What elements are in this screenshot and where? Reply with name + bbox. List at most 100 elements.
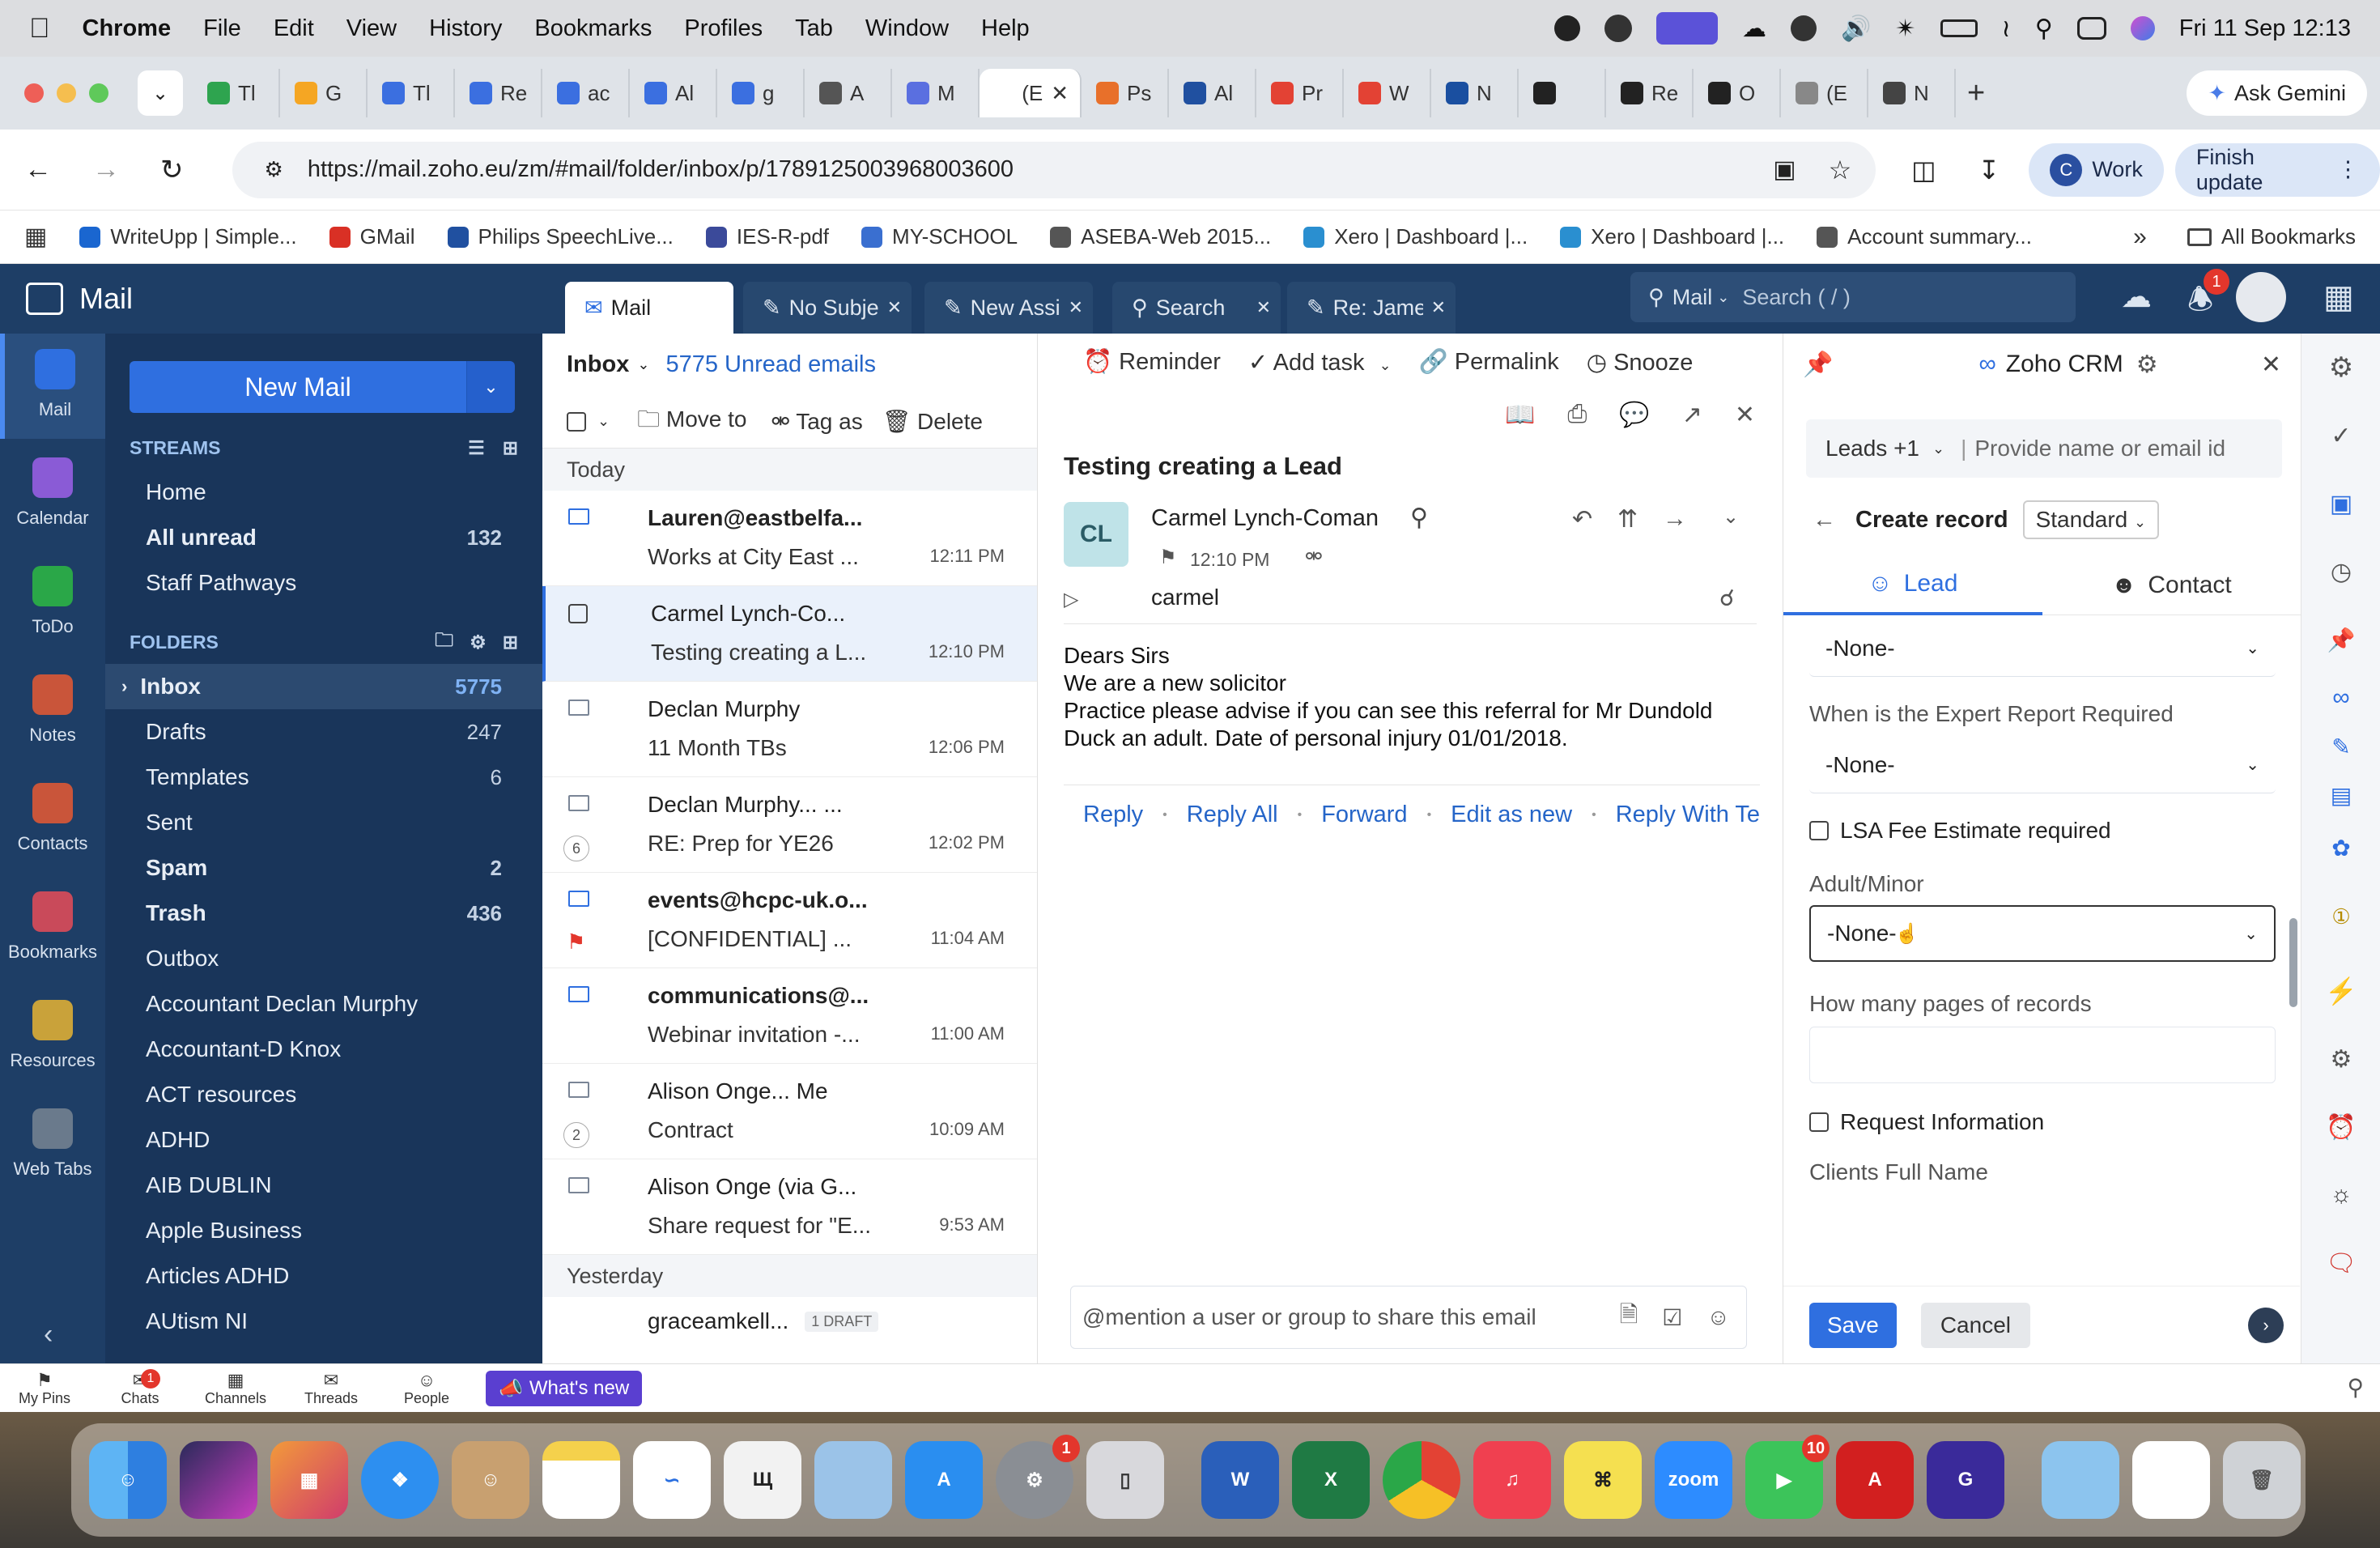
menu-bookmarks[interactable]: Bookmarks bbox=[534, 15, 652, 42]
user-avatar[interactable] bbox=[2236, 272, 2286, 322]
chrome-icon[interactable] bbox=[1383, 1441, 1460, 1519]
bookmark-item[interactable]: Xero | Dashboard |... bbox=[1560, 224, 1784, 249]
flag-icon[interactable]: ⚑ bbox=[567, 929, 585, 955]
apps-grid-icon[interactable]: ▦ bbox=[2323, 279, 2354, 316]
safari-icon[interactable]: ❖ bbox=[361, 1441, 439, 1519]
save-button[interactable]: Save bbox=[1809, 1302, 1897, 1348]
folder-item[interactable]: Outbox bbox=[105, 936, 542, 981]
browser-tab[interactable]: O bbox=[1694, 69, 1781, 117]
browser-tab[interactable]: Tl bbox=[193, 69, 280, 117]
mention-input[interactable]: @mention a user or group to share this e… bbox=[1082, 1304, 1536, 1330]
close-icon[interactable]: ✕ bbox=[2261, 351, 2281, 379]
settings-icon[interactable]: ⚙ bbox=[2301, 334, 2380, 402]
install-app-icon[interactable]: ▣ bbox=[1773, 155, 1796, 184]
table-row[interactable]: 2 Alison Onge... Me Contract 10:09 AM bbox=[542, 1064, 1037, 1159]
excel-icon[interactable]: X bbox=[1292, 1441, 1370, 1519]
menu-window[interactable]: Window bbox=[865, 15, 949, 42]
sync-icon[interactable]: ☁ bbox=[2121, 279, 2152, 315]
bluetooth-icon[interactable]: ✴ bbox=[1895, 15, 1915, 43]
bottom-nav-my-pins[interactable]: ⚑ My Pins bbox=[16, 1370, 73, 1407]
search-icon[interactable]: ⚲ bbox=[2347, 1374, 2364, 1401]
menu-app-chrome[interactable]: Chrome bbox=[83, 15, 172, 42]
new-mail-dropdown[interactable]: ⌄ bbox=[466, 361, 515, 413]
table-row[interactable]: 6 Declan Murphy... ... RE: Prep for YE26 12… bbox=[542, 777, 1037, 873]
downloads-icon[interactable]: ↧ bbox=[1978, 155, 2000, 185]
crm-scrollbar[interactable] bbox=[2289, 918, 2297, 1007]
tag-icon[interactable]: ⚮ bbox=[1305, 544, 1323, 569]
word-icon[interactable]: W bbox=[1201, 1441, 1279, 1519]
looping-app-icon[interactable]: ⌘ bbox=[1564, 1441, 1642, 1519]
stream-item[interactable]: Home bbox=[105, 470, 542, 515]
bulb-icon[interactable]: ☼ bbox=[2301, 1161, 2380, 1229]
pages-input[interactable] bbox=[1809, 1027, 2276, 1083]
zoom-menubar-icon[interactable] bbox=[1604, 15, 1632, 42]
menu-edit[interactable]: Edit bbox=[274, 15, 314, 42]
close-icon[interactable]: ✕ bbox=[1735, 401, 1755, 429]
tab-mail[interactable]: ✉ Mail bbox=[565, 282, 733, 334]
tab-search-chevron-icon[interactable]: ⌄ bbox=[138, 70, 183, 116]
permalink-button[interactable]: 🔗 Permalink bbox=[1419, 348, 1559, 376]
zoom-app-icon[interactable]: zoom bbox=[1655, 1441, 1732, 1519]
browser-tab[interactable]: N bbox=[1431, 69, 1519, 117]
bookmark-item[interactable]: IES-R-pdf bbox=[705, 224, 829, 249]
bookmark-item[interactable]: Account summary... bbox=[1817, 224, 2032, 249]
request-info-checkbox-row[interactable]: Request Information bbox=[1809, 1109, 2301, 1135]
apple-icon[interactable]:  bbox=[29, 13, 50, 45]
bottom-nav-people[interactable]: ☺ People bbox=[398, 1370, 455, 1407]
app-resources[interactable]: Resources bbox=[0, 981, 105, 1090]
back-icon[interactable]: ← bbox=[24, 154, 52, 185]
sender-name[interactable]: Carmel Lynch-Coman bbox=[1151, 505, 1379, 532]
browser-tab[interactable]: G bbox=[280, 69, 368, 117]
row-checkbox[interactable] bbox=[568, 604, 588, 623]
browser-tab[interactable]: Tl bbox=[368, 69, 455, 117]
url-bar[interactable]: ⚙ https://mail.zoho.eu/zm/#mail/folder/i… bbox=[232, 141, 1876, 198]
all-bookmarks-button[interactable]: All Bookmarks bbox=[2187, 224, 2356, 249]
browser-tab[interactable] bbox=[1519, 69, 1606, 117]
search-input[interactable]: Search ( / ) bbox=[1742, 285, 1851, 310]
comment-icon[interactable]: 💬 bbox=[1619, 401, 1649, 429]
layout-selector[interactable]: Standard ⌄ bbox=[2022, 500, 2160, 539]
acrobat-icon[interactable]: A bbox=[1836, 1441, 1914, 1519]
signature-icon[interactable]: ✓ bbox=[2301, 402, 2380, 470]
menu-profiles[interactable]: Profiles bbox=[684, 15, 763, 42]
browser-tab[interactable]: Ps bbox=[1082, 69, 1169, 117]
app-contacts[interactable]: Contacts bbox=[0, 764, 105, 873]
cloud-icon[interactable]: ☁ bbox=[1742, 15, 1766, 43]
cancel-button[interactable]: Cancel bbox=[1920, 1302, 2030, 1348]
reply-all-icon[interactable]: ⇈ bbox=[1617, 505, 1638, 534]
volume-icon[interactable]: 🔊 bbox=[1841, 15, 1871, 43]
reload-icon[interactable]: ↻ bbox=[160, 154, 184, 186]
browser-tab[interactable]: (E ✕ bbox=[980, 69, 1082, 117]
folder-item[interactable]: ACT resources bbox=[105, 1072, 542, 1117]
spotlight-icon[interactable]: ⚲ bbox=[2035, 15, 2053, 43]
more-actions-icon[interactable]: ⌄ bbox=[1723, 505, 1739, 529]
folder-item[interactable]: Sent bbox=[105, 800, 542, 845]
pin-icon[interactable]: 📌 bbox=[2301, 606, 2380, 674]
mention-bar[interactable]: @mention a user or group to share this e… bbox=[1070, 1286, 1747, 1349]
tab-no-subje[interactable]: ✎ No Subje ✕ bbox=[743, 282, 912, 334]
window-close-button[interactable] bbox=[24, 83, 44, 103]
back-arrow-icon[interactable]: ← bbox=[1813, 507, 1836, 534]
window-minimize-button[interactable] bbox=[57, 83, 76, 103]
reply-icon[interactable]: ↶ bbox=[1572, 505, 1592, 534]
new-mail-button[interactable]: New Mail bbox=[130, 361, 466, 413]
launchpad-icon[interactable]: ▦ bbox=[270, 1441, 348, 1519]
search-box[interactable]: ⚲ Mail ⌄ Search ( / ) bbox=[1630, 272, 2076, 322]
downloads-folder-icon[interactable] bbox=[2042, 1441, 2119, 1519]
bookmark-item[interactable]: Xero | Dashboard |... bbox=[1303, 224, 1528, 249]
table-row[interactable]: Lauren@eastbelfa... Works at City East ..… bbox=[542, 491, 1037, 586]
vectorworks-icon[interactable]: Щ bbox=[724, 1441, 801, 1519]
mini-app-icon[interactable] bbox=[1791, 15, 1817, 41]
app-store-icon[interactable]: A bbox=[905, 1441, 983, 1519]
move-to-button[interactable]: 🗀 Move to bbox=[637, 402, 746, 441]
new-folder-icon[interactable]: 🗀 bbox=[435, 627, 453, 658]
browser-tab[interactable]: N bbox=[1868, 69, 1956, 117]
stream-item[interactable]: Staff Pathways bbox=[105, 560, 542, 606]
folder-item[interactable]: Drafts 247 bbox=[105, 709, 542, 755]
edit-as-new-link[interactable]: Edit as new bbox=[1451, 802, 1572, 828]
browser-tab[interactable]: (E bbox=[1781, 69, 1868, 117]
whats-new-button[interactable]: 📣 What's new bbox=[486, 1371, 643, 1406]
add-stream-icon[interactable]: ⊞ bbox=[503, 437, 518, 459]
app-todo[interactable]: ToDo bbox=[0, 547, 105, 656]
folder-item[interactable]: Apple Business bbox=[105, 1208, 542, 1253]
